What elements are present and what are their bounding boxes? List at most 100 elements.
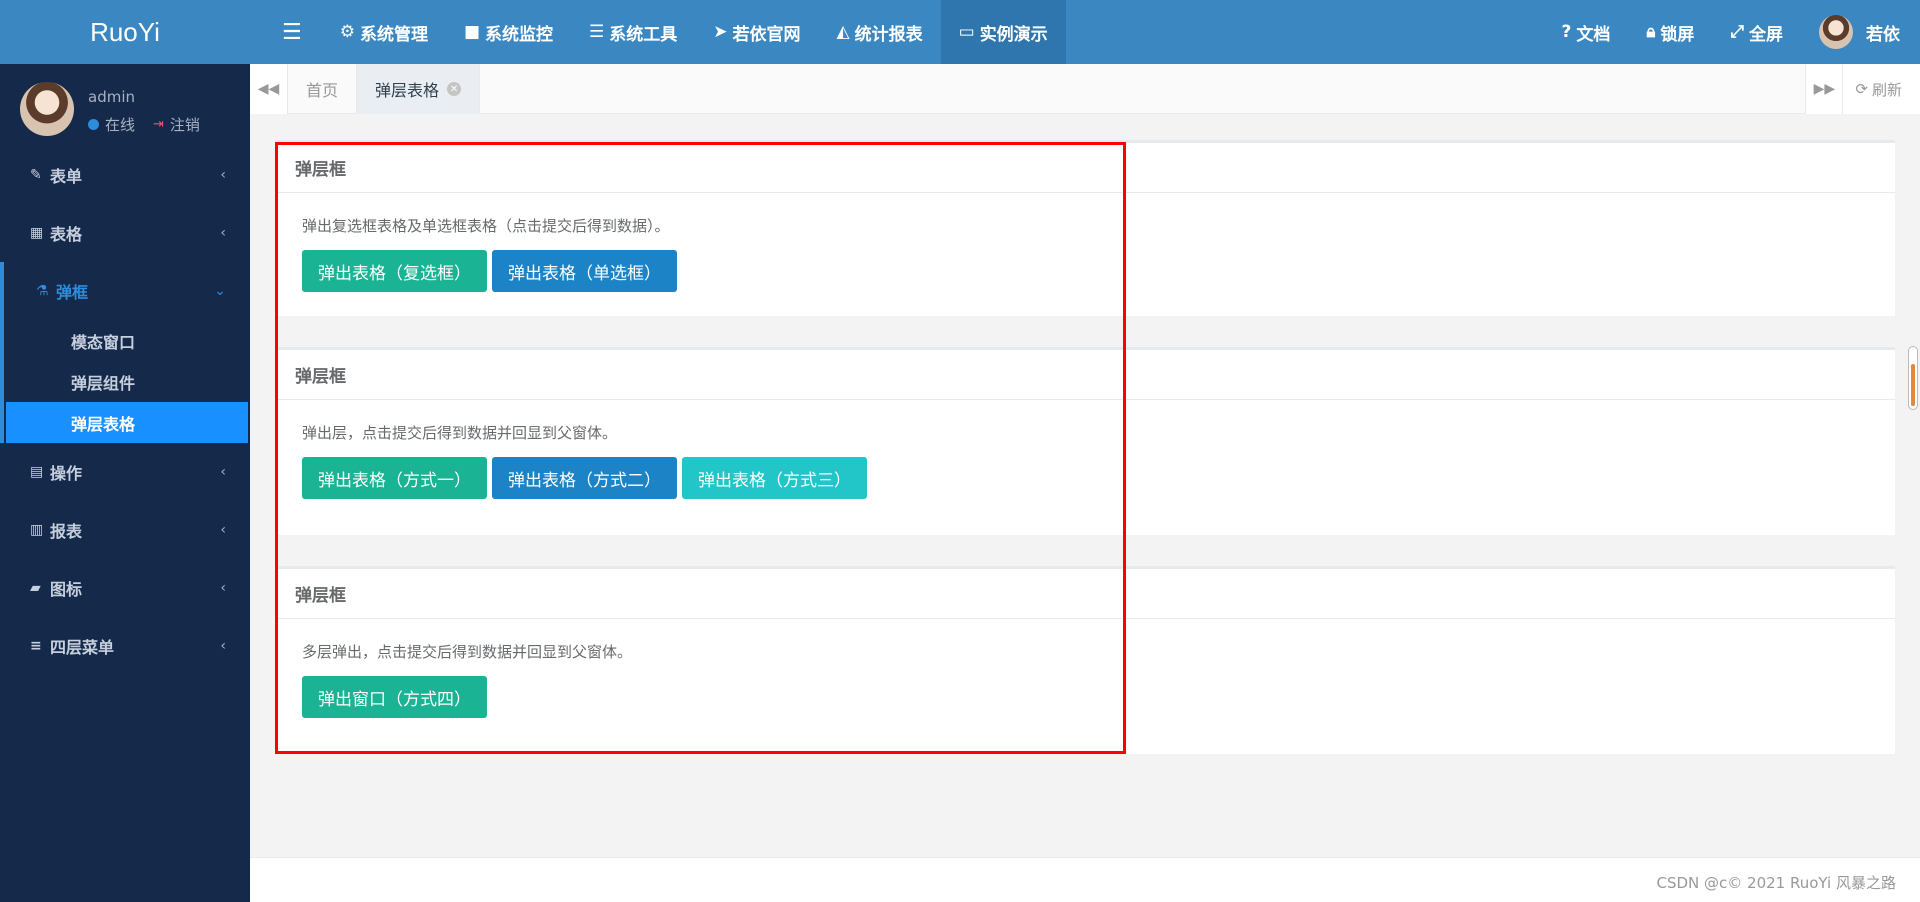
list-icon: ≡	[30, 638, 42, 654]
refresh-icon: ⟳	[1855, 80, 1868, 98]
sidebar-item-form[interactable]: ✎ 表单 ‹	[0, 146, 250, 204]
chevron-left-icon: ‹	[220, 464, 226, 480]
tab-layer-table[interactable]: 弹层表格 ✕	[357, 64, 481, 114]
panel-title: 弹层框	[275, 350, 1895, 400]
docs-label: 文档	[1576, 24, 1611, 45]
panel-1: 弹层框 弹出复选框表格及单选框表格（点击提交后得到数据）。 弹出表格（复选框） …	[275, 140, 1895, 316]
nav-label: 系统工具	[609, 24, 678, 45]
chevron-left-icon: ‹	[220, 580, 226, 596]
sidebar-menu-rest: ▤ 操作 ‹ ▥ 报表 ‹ ▰ 图标 ‹ ≡ 四层菜单 ‹	[0, 443, 250, 675]
panel-body: 弹出复选框表格及单选框表格（点击提交后得到数据）。 弹出表格（复选框） 弹出表格…	[275, 193, 1895, 316]
close-icon[interactable]: ✕	[447, 82, 462, 96]
popup-table-method1-button[interactable]: 弹出表格（方式一）	[302, 457, 487, 499]
lock-screen-button[interactable]: 🔒︎ 锁屏	[1628, 0, 1712, 64]
sidebar-item-label: 表单	[50, 167, 83, 186]
refresh-label: 刷新	[1871, 80, 1902, 99]
nav-system-tools[interactable]: ☰ 系统工具	[571, 0, 695, 64]
panel-title: 弹层框	[275, 143, 1895, 193]
question-circle-icon: ?	[1561, 22, 1572, 42]
sidebar-item-report[interactable]: ▥ 报表 ‹	[0, 501, 250, 559]
panel-2: 弹层框 弹出层，点击提交后得到数据并回显到父窗体。 弹出表格（方式一） 弹出表格…	[275, 347, 1895, 535]
submenu-item-layer[interactable]: 弹层组件	[4, 361, 250, 402]
sidebar-item-icons[interactable]: ▰ 图标 ‹	[0, 559, 250, 617]
table-icon: ▦	[30, 225, 44, 241]
button-row: 弹出表格（复选框） 弹出表格（单选框）	[302, 250, 1868, 292]
sidebar-item-table[interactable]: ▦ 表格 ‹	[0, 204, 250, 262]
edit-icon: ✎	[30, 167, 42, 183]
flask-icon: ⚗	[36, 283, 49, 299]
chevron-down-icon: ⌄	[214, 283, 226, 299]
fullscreen-label: 全屏	[1749, 24, 1783, 45]
nav-label: 系统管理	[359, 24, 428, 45]
avatar	[1819, 15, 1853, 49]
area-chart-icon: ◭	[836, 22, 850, 42]
panel-3: 弹层框 多层弹出，点击提交后得到数据并回显到父窗体。 弹出窗口（方式四）	[275, 566, 1895, 754]
popup-table-method2-button[interactable]: 弹出表格（方式二）	[492, 457, 677, 499]
popup-table-checkbox-button[interactable]: 弹出表格（复选框）	[302, 250, 487, 292]
sidebar-item-label: 四层菜单	[50, 638, 115, 657]
expand-icon: ⤢	[1730, 22, 1744, 42]
tab-bar-right: ▶▶ ⟳ 刷新	[1805, 64, 1920, 114]
tab-label: 弹层表格	[375, 81, 440, 100]
calendar-icon: ▤	[30, 464, 44, 480]
panel-body: 弹出层，点击提交后得到数据并回显到父窗体。 弹出表格（方式一） 弹出表格（方式二…	[275, 400, 1895, 523]
user-menu[interactable]: 若依	[1801, 0, 1920, 64]
popup-window-method4-button[interactable]: 弹出窗口（方式四）	[302, 676, 487, 718]
chevron-left-icon: ‹	[220, 225, 226, 241]
scrollbar-thumb[interactable]	[1911, 364, 1915, 406]
submenu-item-layer-table[interactable]: 弹层表格	[6, 402, 248, 443]
lock-icon: 🔒︎	[1646, 22, 1656, 42]
lock-label: 锁屏	[1660, 24, 1695, 45]
logout-link[interactable]: 注销	[170, 114, 200, 135]
docs-link[interactable]: ? 文档	[1543, 0, 1628, 64]
nav-stat-report[interactable]: ◭ 统计报表	[819, 0, 941, 64]
sign-out-icon[interactable]: ⇥	[153, 117, 164, 132]
chevron-left-icon: ‹	[220, 522, 226, 538]
top-navbar: ☰ ⚙ 系统管理 ■ 系统监控 ☰ 系统工具 ➤ 若依官网 ◭ 统计报表 ▭ 实…	[250, 0, 1920, 64]
book-icon: ▰	[30, 580, 41, 596]
nav-demo[interactable]: ▭ 实例演示	[940, 0, 1066, 64]
refresh-button[interactable]: ⟳ 刷新	[1843, 64, 1920, 114]
popup-table-method3-button[interactable]: 弹出表格（方式三）	[682, 457, 867, 499]
button-row: 弹出窗口（方式四）	[302, 676, 1868, 718]
nav-label: 若依官网	[732, 24, 801, 45]
popup-table-radio-button[interactable]: 弹出表格（单选框）	[492, 250, 677, 292]
video-icon: ■	[463, 22, 481, 42]
sidebar-item-label: 图标	[50, 580, 83, 599]
sidebar: RuoYi admin 在线 ⇥ 注销 ✎ 表单 ‹ ▦ 表格 ‹ ⚗ 弹框 ⌄…	[0, 0, 250, 902]
tab-label: 首页	[306, 81, 339, 100]
sidebar-item-operate[interactable]: ▤ 操作 ‹	[0, 443, 250, 501]
chevron-left-icon: ‹	[220, 167, 226, 183]
nav-official-site[interactable]: ➤ 若依官网	[695, 0, 818, 64]
sidebar-item-label: 报表	[50, 522, 83, 541]
location-arrow-icon: ➤	[713, 22, 728, 42]
panel-description: 弹出层，点击提交后得到数据并回显到父窗体。	[302, 424, 618, 442]
menu-toggle-icon[interactable]: ☰	[250, 0, 322, 64]
tab-scroll-right-icon[interactable]: ▶▶	[1805, 64, 1844, 114]
sidebar-item-label: 弹框	[56, 283, 89, 302]
bars-icon: ☰	[589, 22, 605, 42]
panel-title: 弹层框	[275, 569, 1895, 619]
gear-icon: ⚙	[339, 22, 355, 42]
app-logo[interactable]: RuoYi	[0, 0, 250, 64]
user-menu-name: 若依	[1866, 24, 1900, 45]
tab-home[interactable]: 首页	[288, 64, 358, 114]
nav-system-monitor[interactable]: ■ 系统监控	[446, 0, 571, 64]
online-label: 在线	[105, 116, 136, 134]
panel-description: 多层弹出，点击提交后得到数据并回显到父窗体。	[302, 643, 633, 661]
sidebar-item-label: 表格	[50, 225, 83, 244]
tab-scroll-left-icon[interactable]: ◀◀	[250, 64, 288, 114]
nav-system-manage[interactable]: ⚙ 系统管理	[322, 0, 446, 64]
panel-description: 弹出复选框表格及单选框表格（点击提交后得到数据）。	[302, 217, 670, 235]
sidebar-submenu: 模态窗口 弹层组件 弹层表格	[0, 320, 250, 443]
panel-body: 多层弹出，点击提交后得到数据并回显到父窗体。 弹出窗口（方式四）	[275, 619, 1895, 742]
watermark-text: CSDN @c© 2021 RuoYi 风暴之路	[1656, 874, 1897, 892]
avatar[interactable]	[20, 82, 74, 136]
sidebar-item-dialog[interactable]: ⚗ 弹框 ⌄	[0, 262, 250, 320]
desktop-icon: ▭	[958, 22, 975, 42]
fullscreen-button[interactable]: ⤢ 全屏	[1712, 0, 1801, 64]
top-right-tools: ? 文档 🔒︎ 锁屏 ⤢ 全屏 若依	[1543, 0, 1920, 64]
submenu-item-modal[interactable]: 模态窗口	[4, 320, 250, 361]
user-status: 在线 ⇥ 注销	[88, 114, 200, 135]
sidebar-item-four-level[interactable]: ≡ 四层菜单 ‹	[0, 617, 250, 675]
